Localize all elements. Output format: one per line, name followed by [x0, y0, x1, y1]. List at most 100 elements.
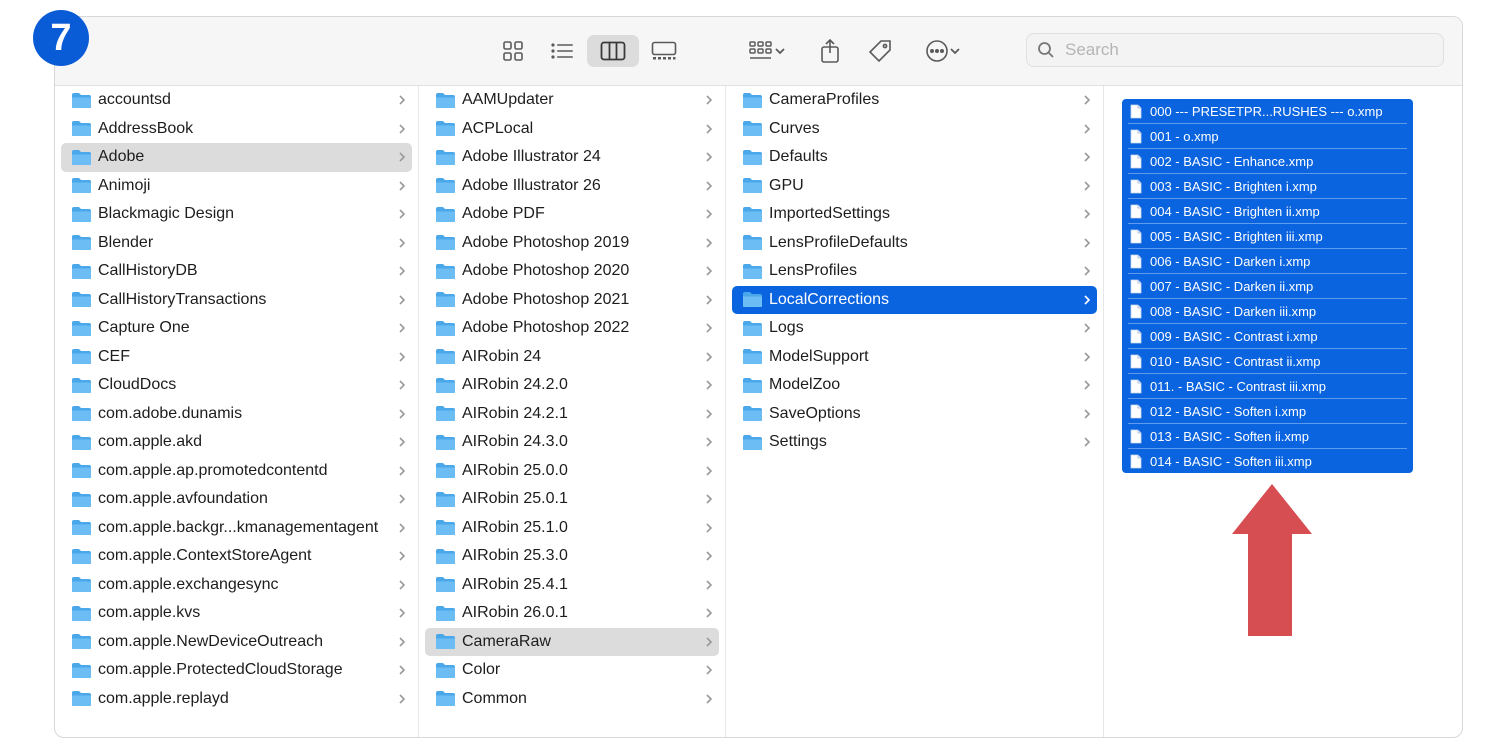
folder-row[interactable]: AIRobin 24.2.0: [425, 371, 719, 400]
file-row[interactable]: 012 - BASIC - Soften i.xmp: [1128, 399, 1407, 424]
file-row[interactable]: 010 - BASIC - Contrast ii.xmp: [1128, 349, 1407, 374]
folder-row[interactable]: Common: [425, 685, 719, 714]
folder-row[interactable]: com.apple.kvs: [61, 599, 412, 628]
folder-row[interactable]: Logs: [732, 314, 1097, 343]
folder-row[interactable]: Adobe Illustrator 24: [425, 143, 719, 172]
file-row[interactable]: 007 - BASIC - Darken ii.xmp: [1128, 274, 1407, 299]
folder-icon: [436, 491, 455, 507]
folder-row[interactable]: com.apple.ProtectedCloudStorage: [61, 656, 412, 685]
folder-row[interactable]: AIRobin 24: [425, 343, 719, 372]
folder-name: Blackmagic Design: [98, 205, 235, 223]
file-row[interactable]: 004 - BASIC - Brighten ii.xmp: [1128, 199, 1407, 224]
toolbar: [55, 17, 1462, 86]
file-row[interactable]: 001 - o.xmp: [1128, 124, 1407, 149]
chevron-right-icon: [1083, 428, 1091, 457]
folder-row[interactable]: SaveOptions: [732, 400, 1097, 429]
folder-row[interactable]: AIRobin 26.0.1: [425, 599, 719, 628]
file-name: 001 - o.xmp: [1150, 128, 1219, 144]
folder-row[interactable]: CallHistoryTransactions: [61, 286, 412, 315]
folder-row[interactable]: com.apple.akd: [61, 428, 412, 457]
chevron-right-icon: [1083, 115, 1091, 144]
folder-row[interactable]: LensProfiles: [732, 257, 1097, 286]
folder-row[interactable]: Capture One: [61, 314, 412, 343]
folder-row[interactable]: GPU: [732, 172, 1097, 201]
file-row[interactable]: 006 - BASIC - Darken i.xmp: [1128, 249, 1407, 274]
folder-row[interactable]: Adobe Photoshop 2021: [425, 286, 719, 315]
folder-row[interactable]: AIRobin 25.1.0: [425, 514, 719, 543]
folder-row[interactable]: AIRobin 24.2.1: [425, 400, 719, 429]
folder-row[interactable]: ModelZoo: [732, 371, 1097, 400]
column-view-button[interactable]: [587, 35, 639, 67]
folder-row[interactable]: Animoji: [61, 172, 412, 201]
folder-icon: [436, 292, 455, 308]
folder-row[interactable]: Adobe Photoshop 2022: [425, 314, 719, 343]
folder-row[interactable]: Blackmagic Design: [61, 200, 412, 229]
folder-row[interactable]: com.apple.replayd: [61, 685, 412, 714]
folder-row[interactable]: Adobe: [61, 143, 412, 172]
folder-row[interactable]: AAMUpdater: [425, 86, 719, 115]
folder-row[interactable]: com.apple.ContextStoreAgent: [61, 542, 412, 571]
folder-row[interactable]: AIRobin 24.3.0: [425, 428, 719, 457]
folder-row[interactable]: Adobe Photoshop 2020: [425, 257, 719, 286]
folder-row[interactable]: com.apple.avfoundation: [61, 485, 412, 514]
folder-icon: [436, 349, 455, 365]
share-button[interactable]: [813, 35, 847, 67]
file-row[interactable]: 011. - BASIC - Contrast iii.xmp: [1128, 374, 1407, 399]
folder-row[interactable]: Color: [425, 656, 719, 685]
folder-icon: [436, 235, 455, 251]
folder-row[interactable]: CEF: [61, 343, 412, 372]
folder-row[interactable]: AIRobin 25.4.1: [425, 571, 719, 600]
document-icon: [1130, 454, 1142, 468]
folder-row[interactable]: Defaults: [732, 143, 1097, 172]
folder-row[interactable]: AIRobin 25.3.0: [425, 542, 719, 571]
folder-row[interactable]: AddressBook: [61, 115, 412, 144]
list-view-button[interactable]: [544, 35, 580, 67]
folder-row[interactable]: CameraRaw: [425, 627, 719, 656]
folder-row[interactable]: LensProfileDefaults: [732, 229, 1097, 258]
folder-row[interactable]: Blender: [61, 229, 412, 258]
folder-row[interactable]: ACPLocal: [425, 115, 719, 144]
search-field[interactable]: [1026, 33, 1444, 67]
group-by-button[interactable]: [741, 35, 793, 67]
search-input[interactable]: [1063, 39, 1427, 61]
chevron-right-icon: [398, 571, 406, 600]
file-row[interactable]: 002 - BASIC - Enhance.xmp: [1128, 149, 1407, 174]
folder-row[interactable]: com.apple.NewDeviceOutreach: [61, 628, 412, 657]
folder-row[interactable]: Curves: [732, 115, 1097, 144]
folder-row[interactable]: Adobe Illustrator 26: [425, 172, 719, 201]
folder-row[interactable]: AIRobin 25.0.1: [425, 485, 719, 514]
file-row[interactable]: 005 - BASIC - Brighten iii.xmp: [1128, 224, 1407, 249]
gallery-view-button[interactable]: [645, 35, 683, 67]
folder-row[interactable]: LocalCorrections: [732, 285, 1097, 314]
folder-name: CameraRaw: [462, 632, 551, 650]
folder-icon: [436, 149, 455, 165]
icon-view-button[interactable]: [496, 35, 530, 67]
folder-row[interactable]: Adobe PDF: [425, 200, 719, 229]
folder-row[interactable]: CameraProfiles: [732, 86, 1097, 115]
folder-row[interactable]: Adobe Photoshop 2019: [425, 229, 719, 258]
folder-row[interactable]: CloudDocs: [61, 371, 412, 400]
folder-row[interactable]: com.apple.ap.promotedcontentd: [61, 457, 412, 486]
folder-row[interactable]: com.apple.exchangesync: [61, 571, 412, 600]
more-actions-button[interactable]: [917, 35, 969, 67]
folder-icon: [743, 349, 762, 365]
file-row[interactable]: 003 - BASIC - Brighten i.xmp: [1128, 174, 1407, 199]
folder-row[interactable]: Settings: [732, 428, 1097, 457]
folder-row[interactable]: com.adobe.dunamis: [61, 400, 412, 429]
file-row[interactable]: 009 - BASIC - Contrast i.xmp: [1128, 324, 1407, 349]
folder-row[interactable]: CallHistoryDB: [61, 257, 412, 286]
file-row[interactable]: 013 - BASIC - Soften ii.xmp: [1128, 424, 1407, 449]
folder-icon: [72, 691, 91, 707]
folder-name: CallHistoryTransactions: [98, 290, 267, 308]
folder-row[interactable]: accountsd: [61, 86, 412, 115]
file-row[interactable]: 014 - BASIC - Soften iii.xmp: [1128, 449, 1407, 473]
folder-icon: [72, 292, 91, 308]
folder-row[interactable]: ImportedSettings: [732, 200, 1097, 229]
folder-row[interactable]: AIRobin 25.0.0: [425, 457, 719, 486]
tag-button[interactable]: [863, 35, 897, 67]
folder-row[interactable]: ModelSupport: [732, 343, 1097, 372]
file-row[interactable]: 000 --- PRESETPR...RUSHES --- o.xmp: [1128, 99, 1407, 124]
file-row[interactable]: 008 - BASIC - Darken iii.xmp: [1128, 299, 1407, 324]
folder-row[interactable]: com.apple.backgr...kmanagementagent: [61, 514, 412, 543]
chevron-right-icon: [705, 571, 713, 600]
